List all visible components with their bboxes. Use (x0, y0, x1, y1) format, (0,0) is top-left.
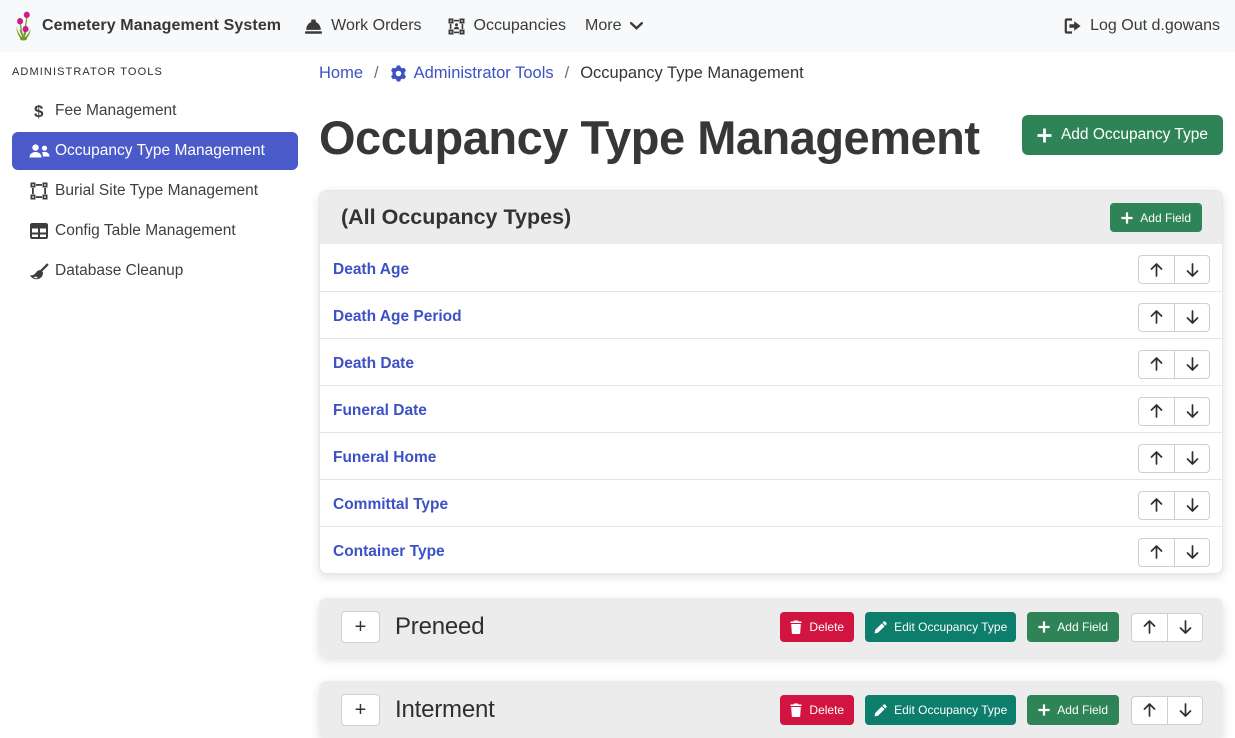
svg-text:$: $ (34, 102, 44, 120)
